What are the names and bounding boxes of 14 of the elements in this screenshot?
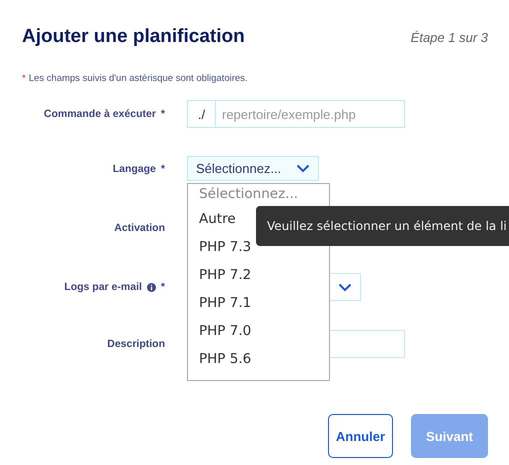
field-label: Activation xyxy=(114,222,165,234)
field-label: Commande à exécuter xyxy=(44,108,156,120)
field-label: Langage xyxy=(112,162,156,174)
required-note: Les champs suivis d'un astérisque sont obligatoires. xyxy=(28,73,248,84)
required-mark: * xyxy=(160,281,165,293)
dialog-title: Ajouter une planification xyxy=(22,26,245,48)
validation-tooltip: Veuillez sélectionner un élément de la li xyxy=(256,206,509,246)
field-label: Description xyxy=(107,338,165,350)
required-mark: * xyxy=(160,162,165,174)
required-mark: * xyxy=(22,73,26,84)
prefix-label: ./ xyxy=(187,100,216,128)
required-mark: * xyxy=(160,108,165,120)
field-label: Logs par e-mail xyxy=(64,281,142,293)
step-indicator: Étape 1 sur 3 xyxy=(410,30,488,45)
